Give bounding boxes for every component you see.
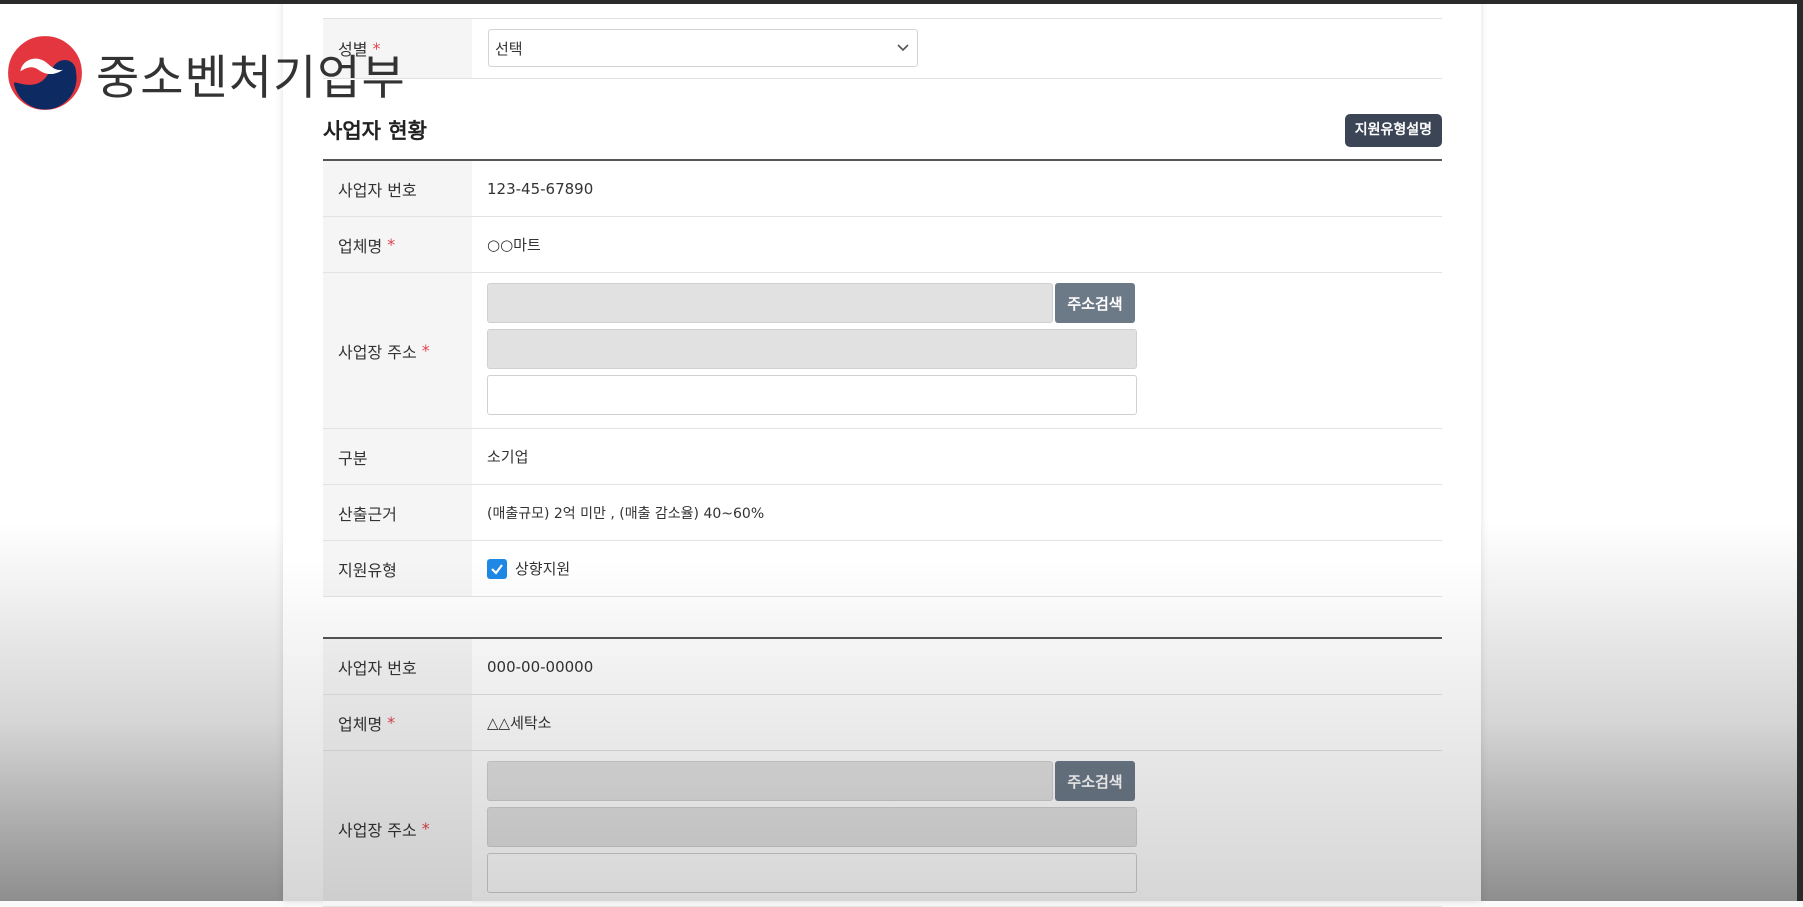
gender-row: 성별 * 선택 — [323, 18, 1442, 79]
company-label: 업체명 — [338, 714, 383, 734]
required-mark: * — [387, 713, 396, 732]
company-label-cell: 업체명 * — [323, 695, 472, 750]
ministry-logo: 중소벤처기업부 — [0, 28, 406, 118]
biz-no-label: 사업자 번호 — [323, 161, 472, 216]
basis-label: 산출근거 — [323, 485, 472, 540]
address-fields: 주소검색 — [472, 751, 1442, 906]
basis-row: 산출근거 (매출규모) 2억 미만 , (매출 감소율) 40~60% — [323, 485, 1442, 541]
ministry-name: 중소벤처기업부 — [96, 50, 406, 106]
address-detail-input[interactable] — [487, 853, 1137, 893]
gender-select[interactable]: 선택 — [488, 29, 918, 67]
gender-value-cell: 선택 — [323, 18, 1442, 78]
address-fields: 주소검색 — [472, 273, 1442, 428]
category-label: 구분 — [323, 429, 472, 484]
required-mark: * — [387, 235, 396, 254]
address-label: 사업장 주소 — [338, 342, 417, 362]
zipcode-input[interactable] — [487, 761, 1053, 801]
support-checkbox[interactable] — [487, 558, 507, 579]
zipcode-input[interactable] — [487, 283, 1053, 323]
address-search-button[interactable]: 주소검색 — [1055, 283, 1135, 323]
address-detail-input[interactable] — [487, 375, 1137, 415]
biz-no-label: 사업자 번호 — [323, 639, 472, 694]
biz-no-value: 123-45-67890 — [487, 179, 594, 198]
required-mark: * — [421, 819, 430, 838]
company-label-cell: 업체명 * — [323, 217, 472, 272]
zip-line: 주소검색 — [487, 761, 1442, 801]
biz-no-row: 사업자 번호 123-45-67890 — [323, 161, 1442, 217]
right-edge — [1797, 0, 1803, 901]
address-search-button[interactable]: 주소검색 — [1055, 761, 1135, 801]
address-line1-input[interactable] — [487, 807, 1137, 847]
section-title: 사업자 현황 — [323, 119, 427, 143]
company-row: 업체명 * ○○마트 — [323, 217, 1442, 273]
address-label-cell: 사업장 주소 * — [323, 751, 472, 906]
category-row: 구분 소기업 — [323, 429, 1442, 485]
company-value: △△세탁소 — [487, 714, 552, 732]
zip-line: 주소검색 — [487, 283, 1442, 323]
support-type-row: 지원유형 상향지원 — [323, 541, 1442, 597]
second-business-block: 사업자 번호 000-00-00000 업체명 * △△세탁소 사업장 주소 * 주… — [323, 637, 1442, 907]
support-type-value: 상향지원 — [472, 541, 1442, 596]
section-header: 사업자 현황 지원유형설명 — [323, 101, 1442, 161]
check-icon — [491, 563, 503, 575]
basis-value: (매출규모) 2억 미만 , (매출 감소율) 40~60% — [487, 505, 765, 522]
address-row: 사업장 주소 * 주소검색 — [323, 273, 1442, 429]
support-type-label: 지원유형 — [323, 541, 472, 596]
support-type-info-button[interactable]: 지원유형설명 — [1344, 113, 1442, 147]
address-line1-input[interactable] — [487, 329, 1137, 369]
category-value: 소기업 — [487, 448, 529, 466]
gender-select-value: 선택 — [495, 39, 523, 58]
chevron-down-icon — [897, 40, 909, 56]
address-label: 사업장 주소 — [338, 820, 417, 840]
biz-no-value: 000-00-00000 — [487, 657, 594, 676]
required-mark: * — [421, 341, 430, 360]
support-option-label: 상향지원 — [515, 560, 571, 578]
biz-no-row: 사업자 번호 000-00-00000 — [323, 639, 1442, 695]
address-label-cell: 사업장 주소 * — [323, 273, 472, 428]
taegeuk-logo-icon — [6, 34, 84, 112]
address-row: 사업장 주소 * 주소검색 — [323, 751, 1442, 907]
company-value: ○○마트 — [487, 236, 541, 254]
company-label: 업체명 — [338, 236, 383, 256]
form-content: 성별 * 선택 사업자 현황 지원유형설명 사업자 번호 123-45-67890… — [323, 0, 1442, 907]
company-row: 업체명 * △△세탁소 — [323, 695, 1442, 751]
top-edge — [0, 0, 1803, 4]
